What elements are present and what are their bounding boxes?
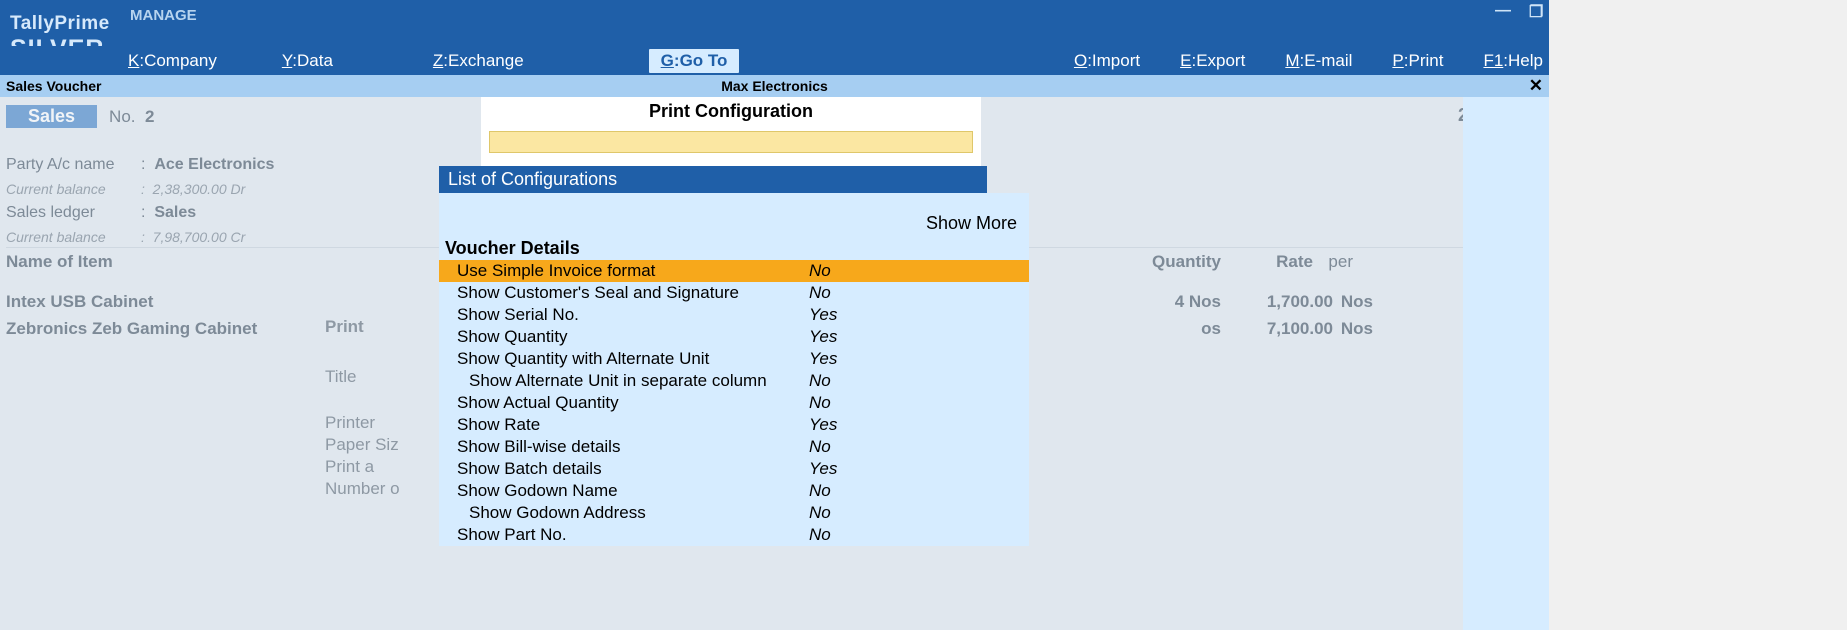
config-row-value: Yes	[809, 415, 837, 435]
menu-goto[interactable]: G:Go To	[649, 49, 740, 73]
config-row-value: No	[809, 283, 831, 303]
config-row-label: Show Actual Quantity	[439, 393, 809, 413]
subheader-center: Max Electronics	[721, 78, 828, 94]
menu-email[interactable]: M:E-mail	[1285, 51, 1352, 71]
config-row[interactable]: Show QuantityYes	[439, 326, 1029, 348]
config-row[interactable]: Show Actual QuantityNo	[439, 392, 1029, 414]
config-row[interactable]: Use Simple Invoice formatNo	[439, 260, 1029, 282]
show-more-link[interactable]: Show More	[439, 193, 1029, 237]
popup-title: Print Configuration	[481, 97, 981, 131]
config-row-label: Show Godown Name	[439, 481, 809, 501]
right-sidebar	[1463, 97, 1549, 630]
config-search-input[interactable]	[489, 131, 973, 153]
config-section-title: Voucher Details	[439, 237, 1029, 260]
config-row-label: Use Simple Invoice format	[439, 261, 809, 281]
manage-label: MANAGE	[130, 7, 197, 24]
config-row-value: No	[809, 503, 831, 523]
config-row[interactable]: Show Part No.No	[439, 524, 1029, 546]
menu-export[interactable]: E:Export	[1180, 51, 1245, 71]
config-row-label: Show Serial No.	[439, 305, 809, 325]
config-row[interactable]: Show Customer's Seal and SignatureNo	[439, 282, 1029, 304]
close-icon[interactable]: ✕	[1529, 76, 1543, 96]
voucher-no: No. 2	[109, 107, 154, 127]
config-row[interactable]: Show Serial No.Yes	[439, 304, 1029, 326]
config-row-label: Show Alternate Unit in separate column	[439, 371, 809, 391]
app-window: — ❐ TallyPrime SILVER MANAGE K:Company Y…	[0, 0, 1549, 630]
work-area: Sales No. 2 20-Apr-20 Monday Party A/c n…	[0, 97, 1549, 630]
subheader-left: Sales Voucher	[0, 78, 101, 94]
config-row-value: No	[809, 371, 831, 391]
config-row-value: Yes	[809, 305, 837, 325]
menu-data[interactable]: Y:Data	[282, 51, 333, 71]
config-row-label: Show Quantity with Alternate Unit	[439, 349, 809, 369]
config-row-value: Yes	[809, 349, 837, 369]
config-row-label: Show Batch details	[439, 459, 809, 479]
menu-import[interactable]: O:Import	[1074, 51, 1140, 71]
config-row-label: Show Part No.	[439, 525, 809, 545]
config-row[interactable]: Show Godown NameNo	[439, 480, 1029, 502]
config-row-value: No	[809, 481, 831, 501]
menu-exchange[interactable]: Z:Exchange	[433, 51, 524, 71]
voucher-type-badge: Sales	[6, 105, 97, 128]
config-row[interactable]: Show Quantity with Alternate UnitYes	[439, 348, 1029, 370]
config-row[interactable]: Show Godown AddressNo	[439, 502, 1029, 524]
window-controls: — ❐	[1495, 2, 1545, 18]
config-row-value: Yes	[809, 459, 837, 479]
config-row[interactable]: Show Batch detailsYes	[439, 458, 1029, 480]
party-block: Party A/c name: Ace Electronics Current …	[6, 153, 274, 249]
config-row-value: No	[809, 393, 831, 413]
menu-help[interactable]: F1:Help	[1483, 51, 1543, 71]
config-row-value: No	[809, 261, 831, 281]
minimize-icon[interactable]: —	[1495, 2, 1511, 18]
restore-icon[interactable]: ❐	[1529, 2, 1545, 18]
config-row-value: No	[809, 525, 831, 545]
menu-company[interactable]: K:Company	[128, 51, 217, 71]
menu-print[interactable]: P:Print	[1392, 51, 1443, 71]
config-row-label: Show Customer's Seal and Signature	[439, 283, 809, 303]
voucher-header: Sales No. 2	[6, 105, 154, 128]
brand-line1: TallyPrime	[10, 13, 110, 35]
config-row[interactable]: Show RateYes	[439, 414, 1029, 436]
config-row-label: Show Quantity	[439, 327, 809, 347]
config-list-body: Show More Voucher Details Use Simple Inv…	[439, 193, 1029, 546]
config-row-label: Show Bill-wise details	[439, 437, 809, 457]
config-list-header: List of Configurations	[439, 166, 987, 193]
sub-header: Sales Voucher Max Electronics ✕	[0, 75, 1549, 97]
config-row-value: Yes	[809, 327, 837, 347]
config-row[interactable]: Show Alternate Unit in separate columnNo	[439, 370, 1029, 392]
config-row[interactable]: Show Bill-wise detailsNo	[439, 436, 1029, 458]
config-row-value: No	[809, 437, 831, 457]
menubar: K:Company Y:Data Z:Exchange G:Go To O:Im…	[0, 46, 1549, 75]
config-row-label: Show Godown Address	[439, 503, 809, 523]
print-config-popup: Print Configuration List of Configuratio…	[481, 97, 981, 546]
config-row-label: Show Rate	[439, 415, 809, 435]
